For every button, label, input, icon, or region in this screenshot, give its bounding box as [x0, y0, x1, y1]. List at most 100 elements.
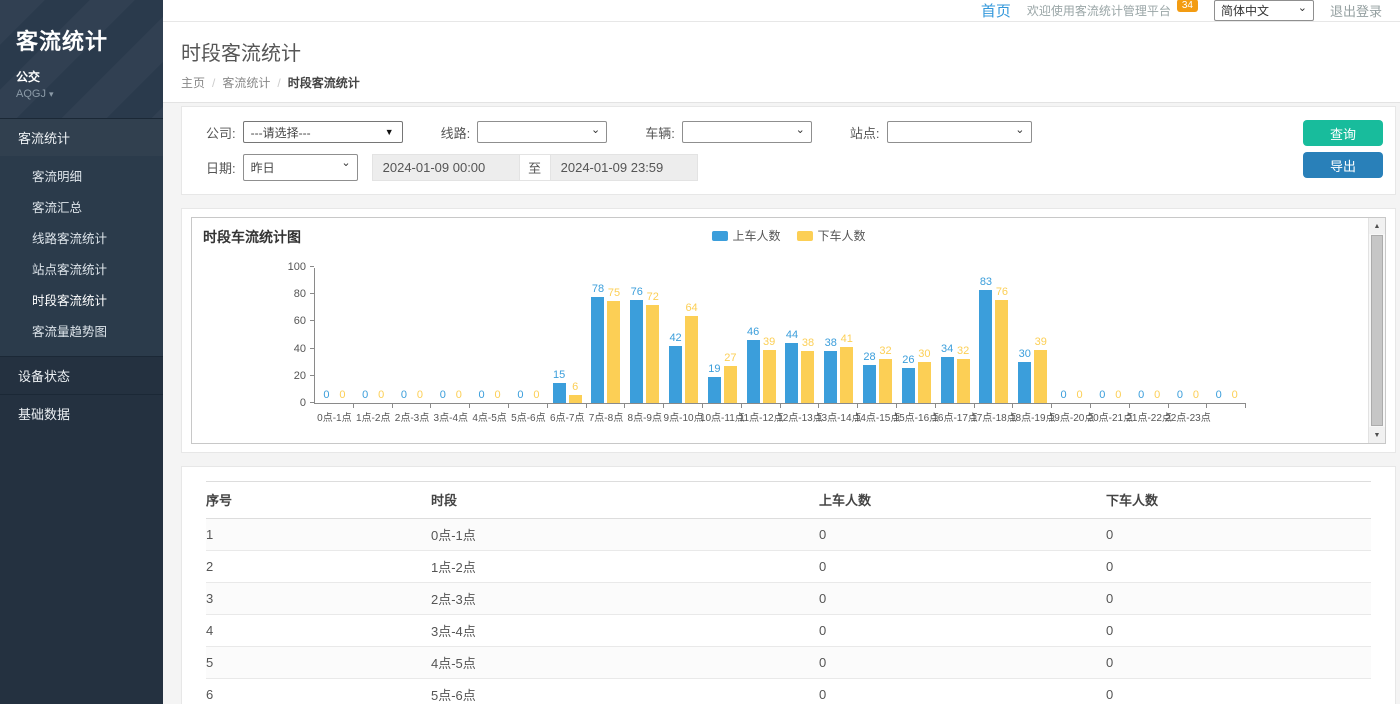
search-button[interactable]: 查询: [1303, 120, 1383, 146]
bar-column: 0: [1057, 268, 1070, 403]
bar[interactable]: [995, 300, 1008, 403]
date-end-input[interactable]: 2024-01-09 23:59: [550, 154, 698, 181]
bar-value-label: 0: [1232, 389, 1238, 401]
bar-column: 34: [941, 268, 954, 403]
bar-value-label: 76: [631, 286, 643, 298]
logout-link[interactable]: 退出登录: [1330, 1, 1382, 20]
bar[interactable]: [863, 365, 876, 403]
legend-item-alighting[interactable]: 下车人数: [797, 227, 866, 244]
bar-column: 0: [452, 268, 465, 403]
bar-value-label: 78: [592, 283, 604, 295]
home-link[interactable]: 首页: [981, 0, 1011, 21]
bar[interactable]: [708, 377, 721, 403]
sidebar-section-base-data: 基础数据: [0, 394, 163, 432]
breadcrumb-section[interactable]: 客流统计: [222, 74, 270, 91]
bar[interactable]: [569, 395, 582, 403]
legend-swatch-boarding: [711, 231, 727, 241]
line-select[interactable]: [477, 121, 607, 143]
y-axis-tick-label: 80: [294, 288, 306, 300]
bar[interactable]: [591, 297, 604, 403]
bar[interactable]: [607, 301, 620, 403]
bar-value-label: 0: [1060, 389, 1066, 401]
vehicle-select[interactable]: [682, 121, 812, 143]
scroll-up-arrow-icon[interactable]: ▲: [1369, 218, 1385, 234]
bar[interactable]: [902, 368, 915, 403]
y-axis-tick-label: 60: [294, 315, 306, 327]
bar[interactable]: [1034, 350, 1047, 403]
bar[interactable]: [918, 362, 931, 403]
table-row: 10点-1点00: [206, 519, 1371, 551]
y-axis-tick-label: 100: [288, 261, 306, 273]
bar-value-label: 0: [533, 389, 539, 401]
company-select[interactable]: ---请选择---: [243, 121, 403, 143]
bar-value-label: 15: [553, 369, 565, 381]
notification-badge[interactable]: 34: [1177, 0, 1198, 12]
station-select[interactable]: [887, 121, 1032, 143]
bar-column: 30: [1018, 268, 1031, 403]
bar[interactable]: [979, 290, 992, 403]
bar[interactable]: [1018, 362, 1031, 403]
bar[interactable]: [879, 359, 892, 403]
bar-column: 83: [979, 268, 992, 403]
date-preset-select[interactable]: 昨日: [243, 154, 358, 181]
sidebar-subitem[interactable]: 线路客流统计: [0, 222, 163, 253]
sidebar-subitem[interactable]: 客流量趋势图: [0, 315, 163, 346]
bar[interactable]: [957, 359, 970, 403]
bar[interactable]: [646, 305, 659, 403]
legend-item-boarding[interactable]: 上车人数: [711, 227, 780, 244]
date-label: 日期:: [206, 158, 236, 177]
bar-column: 76: [630, 268, 643, 403]
table-cell: 0点-1点: [431, 519, 819, 551]
bar-column: 0: [1096, 268, 1109, 403]
y-axis-tick: [310, 402, 314, 403]
bar[interactable]: [763, 350, 776, 403]
bar-group: 003点-4点: [431, 268, 470, 403]
sidebar-item-base-data[interactable]: 基础数据: [0, 395, 163, 432]
bar-value-label: 32: [879, 345, 891, 357]
bar-group: 76728点-9点: [625, 268, 664, 403]
sidebar-item-passenger-stats[interactable]: 客流统计: [0, 119, 163, 156]
stats-table: 序号 时段 上车人数 下车人数 10点-1点0021点-2点0032点-3点00…: [206, 481, 1371, 704]
export-button[interactable]: 导出: [1303, 152, 1383, 178]
sidebar-subitem[interactable]: 时段客流统计: [0, 284, 163, 315]
y-axis-tick: [310, 348, 314, 349]
bar[interactable]: [840, 347, 853, 403]
bar-column: 0: [475, 268, 488, 403]
bar[interactable]: [669, 346, 682, 403]
bar[interactable]: [801, 351, 814, 403]
language-value: 简体中文: [1221, 2, 1269, 19]
language-select[interactable]: 简体中文: [1214, 0, 1314, 21]
sidebar-subitem[interactable]: 客流汇总: [0, 191, 163, 222]
bar[interactable]: [553, 383, 566, 403]
breadcrumb: 主页 / 客流统计 / 时段客流统计: [181, 74, 1400, 91]
bar-value-label: 42: [669, 332, 681, 344]
sidebar-item-device-status[interactable]: 设备状态: [0, 357, 163, 394]
table-cell: 0: [819, 647, 1106, 679]
bar-value-label: 0: [323, 389, 329, 401]
bar-column: 38: [801, 268, 814, 403]
breadcrumb-home[interactable]: 主页: [181, 74, 205, 91]
bar-column: 44: [785, 268, 798, 403]
bar[interactable]: [724, 366, 737, 403]
bar[interactable]: [747, 340, 760, 403]
bar-group: 0020点-21点: [1091, 268, 1130, 403]
bar-group: 1566点-7点: [548, 268, 587, 403]
sidebar-subitem[interactable]: 客流明细: [0, 160, 163, 191]
bar[interactable]: [630, 300, 643, 403]
org-code-dropdown[interactable]: AQGJ▾: [16, 88, 163, 100]
main-area: 首页 欢迎使用客流统计管理平台34 简体中文 退出登录 时段客流统计 主页 / …: [163, 0, 1400, 704]
scroll-down-arrow-icon[interactable]: ▼: [1369, 427, 1385, 443]
bar[interactable]: [685, 316, 698, 403]
scrollbar-thumb[interactable]: [1371, 235, 1383, 426]
bar-column: 19: [708, 268, 721, 403]
bar[interactable]: [824, 351, 837, 403]
bar-value-label: 0: [440, 389, 446, 401]
page-heading: 时段客流统计 主页 / 客流统计 / 时段客流统计: [163, 22, 1400, 103]
sidebar-subitem[interactable]: 站点客流统计: [0, 253, 163, 284]
bar[interactable]: [785, 343, 798, 403]
bar[interactable]: [941, 357, 954, 403]
bar-value-label: 0: [1154, 389, 1160, 401]
chart-vertical-scrollbar[interactable]: ▲ ▼: [1368, 218, 1385, 443]
legend-swatch-alighting: [797, 231, 813, 241]
date-start-input[interactable]: 2024-01-09 00:00: [372, 154, 520, 181]
